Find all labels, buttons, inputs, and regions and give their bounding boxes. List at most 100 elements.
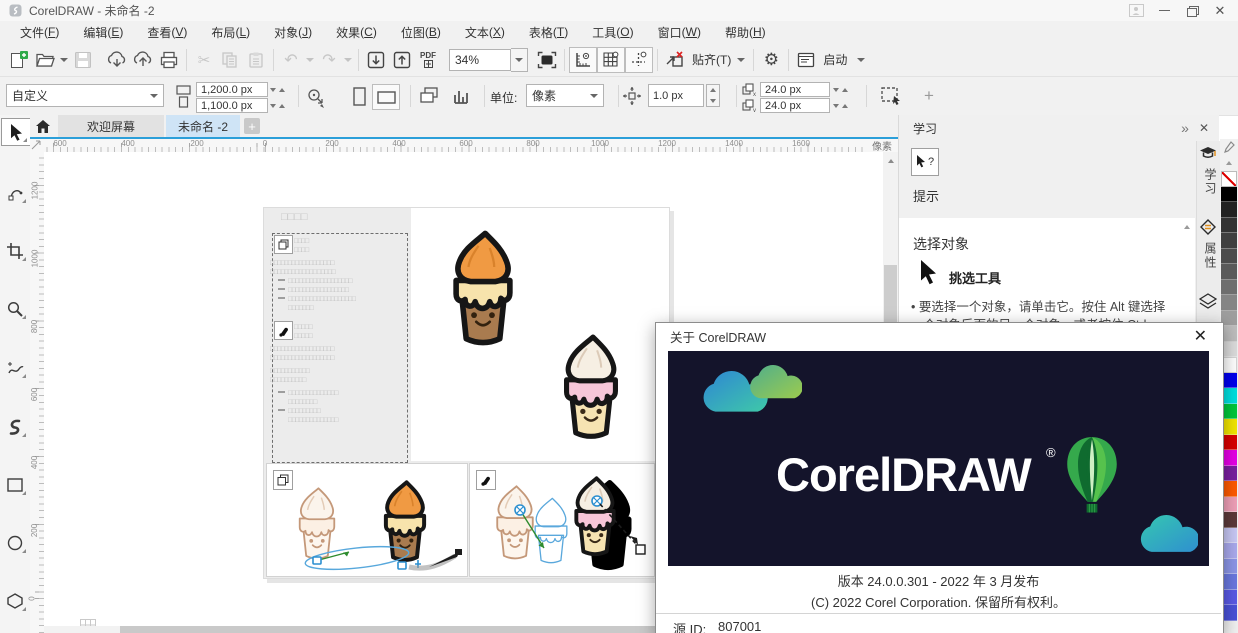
duplicate-x-field[interactable] [760,82,830,97]
freehand-tool[interactable] [1,355,29,381]
color-swatch[interactable] [1221,249,1237,265]
docker-collapse-icon[interactable]: » [1173,120,1197,136]
menu-help[interactable]: 帮助(H) [713,21,778,43]
color-swatch[interactable] [1221,202,1237,218]
snap-to-dropdown[interactable]: 贴齐(T) [688,48,749,72]
tutorial-step-panel-1[interactable] [266,463,468,577]
show-rulers-toggle[interactable] [569,47,597,73]
color-swatch[interactable] [1221,295,1237,311]
minimize-button[interactable] [1150,1,1178,21]
cupcake-orange[interactable] [427,230,539,351]
polygon-tool[interactable] [1,588,29,614]
duplicate-x-stepper[interactable] [833,82,848,97]
color-swatch-none[interactable] [1221,171,1237,187]
menu-effects[interactable]: 效果(C) [324,21,389,43]
cupcake-pink[interactable] [540,334,642,444]
page-width-field[interactable] [196,82,268,97]
crop-tool[interactable] [1,238,29,264]
treat-as-filled-toggle[interactable] [878,84,904,108]
menu-tools[interactable]: 工具(O) [580,21,645,43]
menu-window[interactable]: 窗口(W) [646,21,713,43]
docker-close-icon[interactable]: ✕ [1197,121,1219,135]
new-document-button[interactable] [6,48,32,72]
launch-dropdown[interactable]: 启动 [819,48,869,72]
duplicate-y-field[interactable] [760,98,830,113]
scale-factor-icon[interactable] [304,86,326,108]
color-swatch[interactable] [1221,233,1237,249]
zoom-level-combo[interactable]: 34% [449,49,511,71]
artistic-media-tool[interactable] [1,414,29,440]
nudge-stepper[interactable] [706,84,720,107]
color-swatch[interactable] [1221,280,1237,296]
cloud-save-button[interactable] [130,48,156,72]
learn-docker-tab[interactable]: 学习 [1199,145,1219,196]
tutorial-step-panel-2[interactable] [469,463,655,577]
all-pages-icon[interactable] [416,84,442,108]
menu-text[interactable]: 文本(X) [453,21,517,43]
units-combo[interactable]: 像素 [526,84,604,107]
zoom-tool[interactable] [1,296,29,322]
import-button[interactable] [363,48,389,72]
undo-button[interactable]: ↶ [278,48,304,72]
h-scrollbar-thumb[interactable] [120,626,656,633]
menu-layout[interactable]: 布局(L) [199,21,262,43]
nudge-distance-field[interactable] [648,84,704,107]
account-icon[interactable] [1122,1,1150,21]
v-scrollbar-up-button[interactable] [883,154,898,168]
close-button[interactable]: ✕ [1206,1,1234,21]
hint-tool-icon[interactable]: ? [911,148,939,176]
publish-pdf-button[interactable]: PDF [415,48,441,72]
undo-dropdown[interactable] [304,48,316,72]
vertical-ruler[interactable]: 1200 1000 800 600 400 200 0 [30,152,45,633]
show-guidelines-toggle[interactable] [625,47,653,73]
learn-scroll-up[interactable] [1179,220,1195,234]
page-height-field[interactable] [196,98,268,113]
paste-button[interactable] [243,48,269,72]
objects-docker-tab[interactable] [1199,293,1217,314]
color-swatch[interactable] [1221,187,1237,203]
page-preset-combo[interactable]: 自定义 [6,84,164,107]
menu-bitmaps[interactable]: 位图(B) [389,21,453,43]
redo-dropdown[interactable] [342,48,354,72]
page-tutorial-image[interactable]: □□□□ □□□□ □□□□ □□□□□□□□□□□□□□□□□□ □□□□□□… [263,207,670,579]
tab-welcome-screen[interactable]: 欢迎屏幕 [58,115,164,137]
open-dropdown[interactable] [58,48,70,72]
print-button[interactable] [156,48,182,72]
menu-table[interactable]: 表格(T) [517,21,580,43]
palette-eyedropper-icon[interactable] [1223,141,1235,155]
horizontal-ruler[interactable]: 600 400 200 0 200 400 600 800 1000 1200 … [44,139,866,153]
fullscreen-preview-button[interactable] [534,48,560,72]
page-layers-icon[interactable] [448,84,474,108]
menu-file[interactable]: 文件(F) [8,21,71,43]
duplicate-y-stepper[interactable] [833,98,848,113]
launch-icon[interactable] [793,48,819,72]
landscape-button[interactable] [372,84,400,110]
color-swatch[interactable] [1221,218,1237,234]
show-grid-toggle[interactable] [597,47,625,73]
about-close-icon[interactable]: ✕ [1180,326,1221,346]
copy-button[interactable] [217,48,243,72]
zoom-dropdown[interactable] [511,48,528,72]
tab-document[interactable]: 未命名 -2 [166,115,240,137]
properties-docker-tab[interactable]: 属性 [1199,219,1219,270]
shape-tool[interactable] [1,180,29,206]
redo-button[interactable]: ↷ [316,48,342,72]
color-swatch[interactable] [1221,264,1237,280]
v-scrollbar-thumb[interactable] [884,265,897,323]
home-welcome-icon[interactable] [32,116,54,136]
menu-object[interactable]: 对象(J) [262,21,324,43]
ellipse-tool[interactable] [1,530,29,556]
propbar-plus-button[interactable]: + [916,84,942,108]
export-button[interactable] [389,48,415,72]
palette-scroll-up[interactable] [1226,155,1232,171]
new-tab-button[interactable]: + [244,118,260,134]
menu-view[interactable]: 查看(V) [135,21,199,43]
cut-button[interactable]: ✂ [191,48,217,72]
restore-button[interactable] [1178,1,1206,21]
options-gear-button[interactable]: ⚙ [758,48,784,72]
pick-tool[interactable] [1,118,31,146]
menu-edit[interactable]: 编辑(E) [71,21,135,43]
page-height-stepper[interactable] [270,98,285,113]
page-width-stepper[interactable] [270,82,285,97]
save-button[interactable] [70,48,96,72]
